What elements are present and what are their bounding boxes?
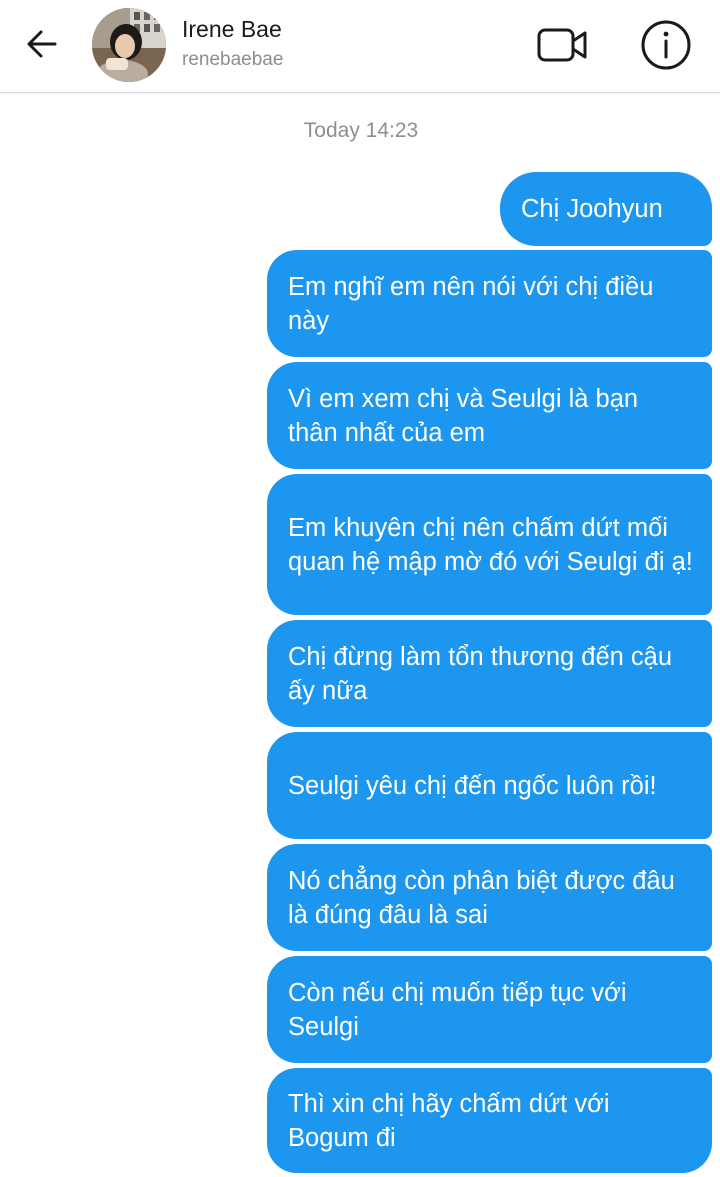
contact-username: renebaebae [182,49,284,70]
message-bubble[interactable]: Em khuyên chị nên chấm dứt mối quan hệ m… [267,474,712,615]
message-bubble[interactable]: Vì em xem chị và Seulgi là bạn thân nhất… [267,362,712,469]
back-button[interactable] [22,24,62,64]
message-text: Chị đừng làm tổn thương đến cậu ấy nữa [288,642,673,705]
message-bubble[interactable]: Chị Joohyun [500,172,712,246]
message-bubble[interactable]: Seulgi yêu chị đến ngốc luôn rồi! [267,732,712,839]
video-call-button[interactable] [530,20,592,70]
message-bubble[interactable]: Thì xin chị hãy chấm dứt với Bogum đi [267,1068,712,1173]
info-button[interactable] [637,16,695,74]
avatar[interactable] [92,8,166,82]
message-text: Em khuyên chị nên chấm dứt mối quan hệ m… [288,513,693,576]
info-icon [641,20,691,70]
message-bubble[interactable]: Em nghĩ em nên nói với chị điều này [267,250,712,357]
message-bubble[interactable]: Còn nếu chị muốn tiếp tục với Seulgi [267,956,712,1063]
arrow-left-icon [27,30,57,58]
message-bubble[interactable]: Nó chẳng còn phân biệt được đâu là đúng … [267,844,712,951]
message-timestamp: Today 14:23 [303,119,419,142]
contact-name[interactable]: Irene Bae [182,16,282,43]
message-text: Chị Joohyun [521,195,663,223]
message-text: Thì xin chị hãy chấm dứt với Bogum đi [288,1089,610,1152]
message-text: Seulgi yêu chị đến ngốc luôn rồi! [288,771,657,800]
profile-photo [92,8,166,82]
message-text: Còn nếu chị muốn tiếp tục với Seulgi [288,978,627,1041]
message-text: Vì em xem chị và Seulgi là bạn thân nhất… [288,384,639,447]
message-bubble[interactable]: Chị đừng làm tổn thương đến cậu ấy nữa [267,620,712,727]
message-text: Em nghĩ em nên nói với chị điều này [288,272,654,335]
chat-header: Irene Bae renebaebae [0,0,720,93]
video-camera-icon [537,28,587,62]
message-text: Nó chẳng còn phân biệt được đâu là đúng … [288,866,675,929]
